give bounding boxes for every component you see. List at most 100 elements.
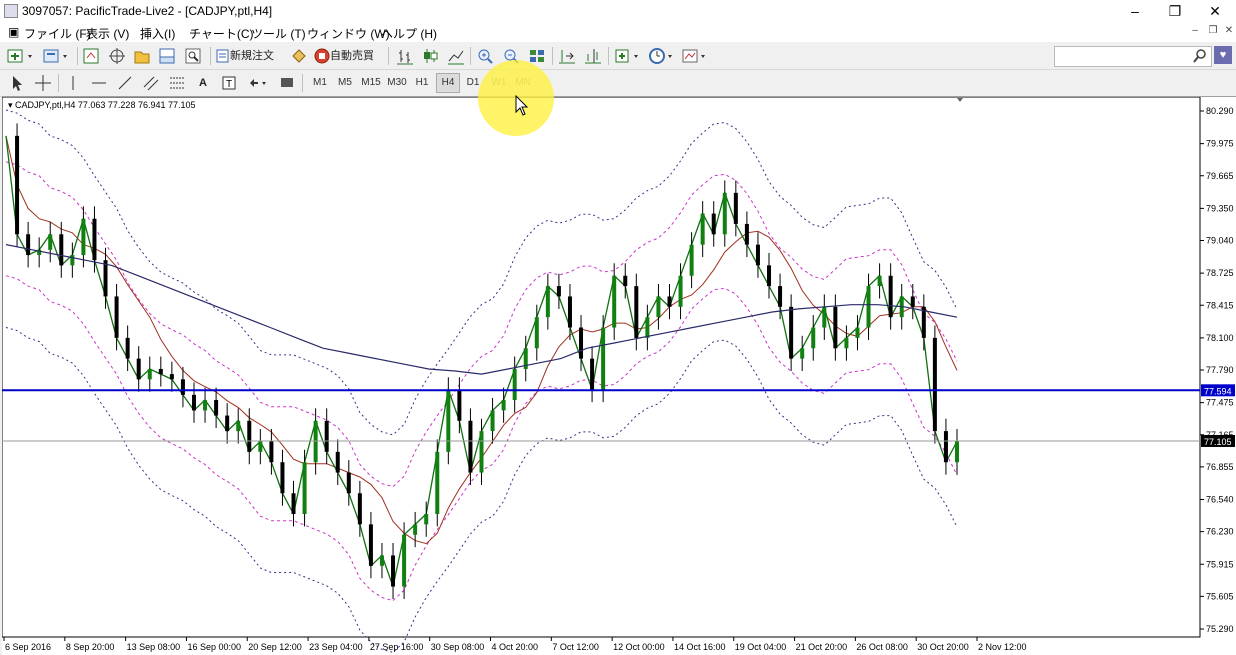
channel-icon[interactable] — [142, 73, 160, 93]
arrows-icon[interactable] — [246, 73, 272, 93]
timeframe-h1[interactable]: H1 — [411, 74, 433, 92]
candle-body — [379, 555, 384, 566]
price-tick-label: 79.350 — [1206, 203, 1234, 213]
candle-body — [634, 286, 639, 338]
candle-body — [147, 368, 152, 380]
chart-header: ▾ CADJPY,ptl,H4 77.063 77.228 76.941 77.… — [8, 100, 196, 110]
child-minimize-icon[interactable]: – — [1188, 25, 1202, 39]
app-menu-icon[interactable]: ▣ — [8, 25, 19, 39]
candle-body — [346, 472, 351, 494]
terminal-icon[interactable] — [158, 46, 176, 66]
candle-body — [435, 451, 440, 515]
price-chart[interactable]: 80.290 79.975 79.665 79.350 79.040 78.725 78.4… — [2, 97, 1236, 655]
line-chart-icon[interactable] — [447, 46, 465, 66]
data-window-icon[interactable] — [108, 46, 126, 66]
timeframe-h4[interactable]: H4 — [436, 73, 460, 93]
candle-body — [877, 275, 882, 287]
market-watch-icon[interactable] — [82, 46, 100, 66]
candle-body — [225, 415, 230, 432]
timeframe-m5[interactable]: M5 — [334, 74, 356, 92]
periods-icon[interactable] — [648, 46, 678, 66]
candle-body — [590, 358, 595, 390]
community-icon[interactable]: ♥ — [1214, 46, 1232, 64]
shapes-icon[interactable] — [278, 73, 296, 93]
chart-header-text: CADJPY,ptl,H4 77.063 77.228 76.941 77.10… — [15, 100, 196, 110]
price-tick-label: 77.790 — [1206, 365, 1234, 375]
candle-body — [169, 374, 174, 380]
candle-body — [479, 431, 484, 473]
timeframe-m15[interactable]: M15 — [360, 74, 382, 92]
menu-window[interactable]: ウィンドウ (W) — [307, 25, 390, 42]
menu-chart[interactable]: チャート(C) — [189, 25, 254, 42]
crosshair-icon[interactable] — [34, 73, 52, 93]
menu-view[interactable]: 表示 (V) — [86, 25, 129, 42]
metaeditor-icon[interactable] — [290, 46, 308, 66]
time-tick-label: 23 Sep 04:00 — [309, 642, 363, 652]
candle-body — [214, 400, 219, 416]
candle-body — [191, 394, 196, 411]
search-input[interactable] — [1054, 46, 1212, 67]
candle-body — [534, 317, 539, 349]
cursor-tool-icon[interactable] — [8, 73, 26, 93]
menu-help[interactable]: ヘルプ (H) — [381, 25, 437, 42]
standard-toolbar: 新規注文 自動売買 ♥ — [0, 43, 1236, 70]
close-button[interactable]: ✕ — [1200, 2, 1230, 20]
child-restore-icon[interactable]: ❐ — [1206, 25, 1220, 39]
strategy-tester-icon[interactable] — [184, 46, 202, 66]
restore-button[interactable]: ❐ — [1160, 2, 1190, 20]
horizontal-line-icon[interactable] — [90, 73, 108, 93]
chart-shift-icon[interactable] — [584, 46, 602, 66]
candle-body — [822, 306, 827, 328]
app-icon — [4, 4, 18, 18]
candle-body — [26, 234, 31, 256]
new-order-button[interactable]: 新規注文 — [216, 46, 282, 66]
auto-scroll-icon[interactable] — [558, 46, 576, 66]
time-tick-label: 19 Oct 04:00 — [735, 642, 787, 652]
chart-window[interactable]: 80.290 79.975 79.665 79.350 79.040 78.725 78.4… — [2, 96, 1236, 655]
indicators-icon[interactable] — [614, 46, 646, 66]
navigator-icon[interactable] — [133, 46, 151, 66]
zoom-in-icon[interactable] — [476, 46, 494, 66]
candle-body — [811, 327, 816, 349]
templates-icon[interactable] — [681, 46, 711, 66]
timeframe-m1[interactable]: M1 — [309, 74, 331, 92]
auto-trading-button[interactable]: 自動売買 — [314, 46, 380, 66]
text-label-icon[interactable]: T — [220, 73, 238, 93]
candle-body — [59, 234, 64, 266]
current-price-label: 77.105 — [1204, 437, 1232, 447]
candle-body — [313, 420, 318, 463]
price-tick-label: 76.230 — [1206, 527, 1234, 537]
time-tick-label: 12 Oct 00:00 — [613, 642, 665, 652]
candle-body — [833, 306, 838, 349]
candle-body — [943, 431, 948, 463]
time-tick-label: 26 Oct 08:00 — [856, 642, 908, 652]
candle-body — [767, 265, 772, 287]
price-tick-label: 79.665 — [1206, 171, 1234, 181]
trendline-icon[interactable] — [116, 73, 134, 93]
candlestick-icon[interactable] — [421, 46, 439, 66]
profiles-icon[interactable] — [42, 46, 74, 66]
fibonacci-icon[interactable] — [168, 73, 186, 93]
search-icon[interactable] — [1192, 47, 1210, 67]
candle-body — [136, 358, 141, 380]
menu-file[interactable]: ファイル (F) — [24, 25, 91, 42]
time-tick-label: 13 Sep 08:00 — [127, 642, 181, 652]
candle-body — [778, 286, 783, 307]
price-tick-label: 77.475 — [1206, 398, 1234, 408]
candle-body — [203, 400, 208, 411]
new-chart-icon[interactable] — [6, 46, 40, 66]
price-tick-label: 78.100 — [1206, 333, 1234, 343]
vertical-line-icon[interactable] — [64, 73, 82, 93]
time-tick-label: 4 Oct 20:00 — [492, 642, 539, 652]
menu-tools[interactable]: ツール (T) — [251, 25, 306, 42]
minimize-button[interactable]: – — [1120, 2, 1150, 20]
menu-insert[interactable]: 挿入(I) — [140, 25, 175, 42]
candle-body — [103, 260, 108, 297]
bar-chart-icon[interactable] — [396, 46, 414, 66]
child-close-icon[interactable]: ✕ — [1222, 25, 1236, 39]
candle-body — [656, 296, 661, 318]
candle-body — [623, 275, 628, 287]
text-tool-icon[interactable]: A — [194, 73, 212, 93]
timeframe-m30[interactable]: M30 — [386, 74, 408, 92]
price-tick-label: 79.975 — [1206, 139, 1234, 149]
